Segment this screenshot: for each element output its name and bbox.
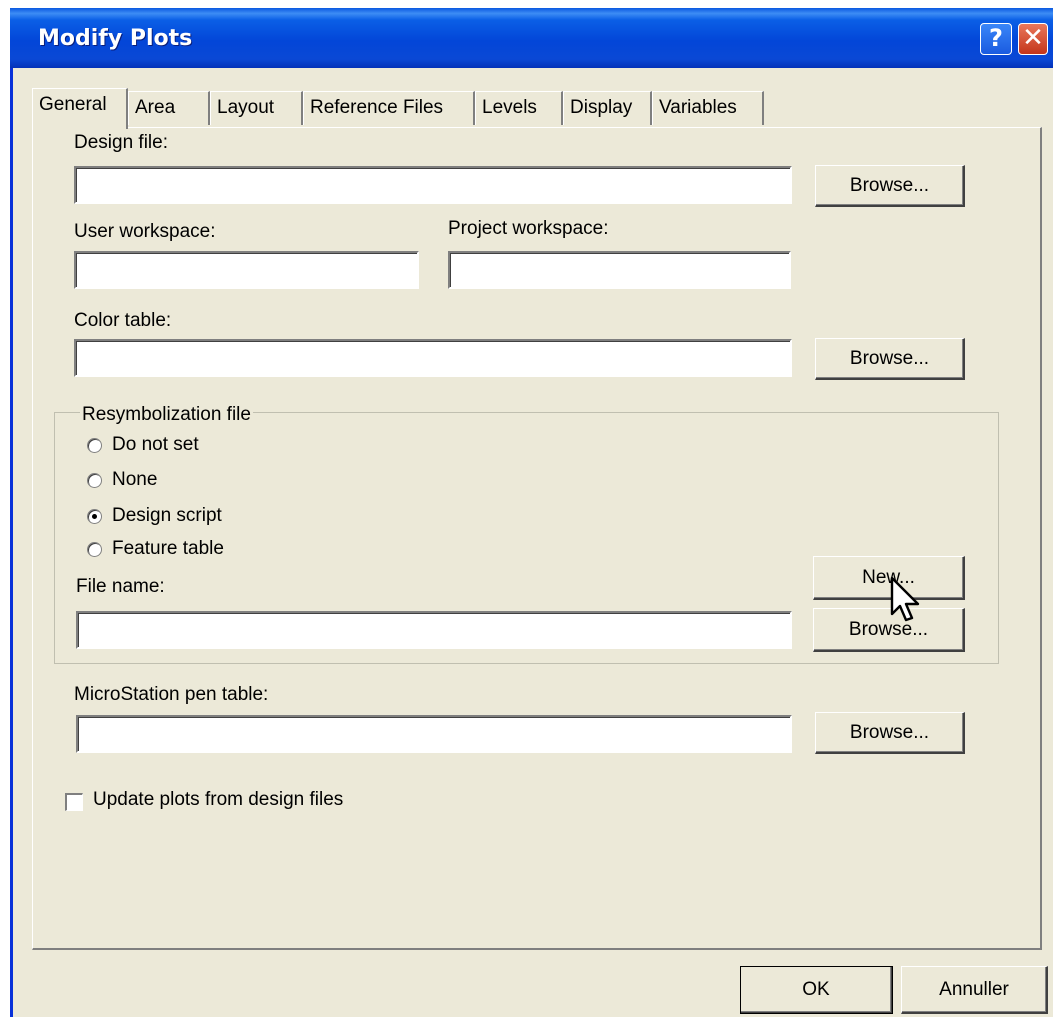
radio-button-icon: [87, 437, 102, 453]
design-file-input[interactable]: [74, 166, 792, 204]
radio-button-icon: [87, 472, 102, 488]
dialog-title: Modify Plots: [38, 26, 193, 51]
color-table-label: Color table:: [74, 310, 172, 331]
radio-label: Design script: [112, 505, 222, 526]
tab-layout[interactable]: Layout: [210, 91, 303, 125]
design-file-browse-button[interactable]: Browse...: [815, 165, 965, 207]
pen-table-browse-button[interactable]: Browse...: [815, 712, 965, 754]
project-workspace-label: Project workspace:: [448, 218, 609, 239]
radio-label: Do not set: [112, 434, 199, 455]
radio-label: Feature table: [112, 538, 224, 559]
tab-levels[interactable]: Levels: [475, 91, 563, 125]
background-window-strip: [0, 0, 1053, 8]
radio-design-script[interactable]: Design script: [87, 504, 222, 528]
user-workspace-input[interactable]: [74, 251, 419, 289]
new-file-button[interactable]: New...: [813, 556, 965, 600]
ok-button[interactable]: OK: [740, 966, 893, 1014]
update-plots-label: Update plots from design files: [93, 789, 344, 810]
file-name-browse-button[interactable]: Browse...: [813, 608, 965, 652]
tab-general[interactable]: General: [32, 88, 128, 129]
cancel-button[interactable]: Annuller: [901, 966, 1048, 1014]
file-name-label: File name:: [76, 576, 165, 597]
update-plots-checkbox[interactable]: [65, 793, 83, 811]
color-table-input[interactable]: [74, 339, 792, 377]
project-workspace-input[interactable]: [448, 251, 791, 289]
radio-label: None: [112, 469, 158, 490]
color-table-browse-button[interactable]: Browse...: [815, 338, 965, 380]
radio-feature-table[interactable]: Feature table: [87, 537, 224, 561]
title-bar: Modify Plots ? ✕: [10, 8, 1053, 68]
file-name-input[interactable]: [76, 611, 792, 649]
help-button[interactable]: ?: [980, 23, 1012, 55]
radio-button-selected-icon: [87, 508, 102, 524]
pen-table-input[interactable]: [76, 715, 792, 753]
radio-button-icon: [87, 541, 102, 557]
radio-none[interactable]: None: [87, 468, 157, 492]
help-icon: ?: [989, 24, 1003, 52]
modify-plots-dialog: Modify Plots ? ✕ General Area Layout Ref…: [10, 8, 1053, 1017]
design-file-label: Design file:: [74, 132, 168, 153]
user-workspace-label: User workspace:: [74, 221, 216, 242]
close-icon: ✕: [1022, 23, 1044, 53]
tab-display[interactable]: Display: [563, 91, 652, 125]
mouse-cursor-icon: [890, 576, 920, 622]
tab-reference-files[interactable]: Reference Files: [303, 91, 475, 125]
pen-table-label: MicroStation pen table:: [74, 684, 269, 705]
resymbolization-group-title: Resymbolization file: [80, 404, 253, 426]
tab-variables[interactable]: Variables: [652, 91, 764, 125]
close-button[interactable]: ✕: [1018, 23, 1048, 55]
radio-do-not-set[interactable]: Do not set: [87, 433, 199, 457]
tab-area[interactable]: Area: [128, 91, 210, 125]
